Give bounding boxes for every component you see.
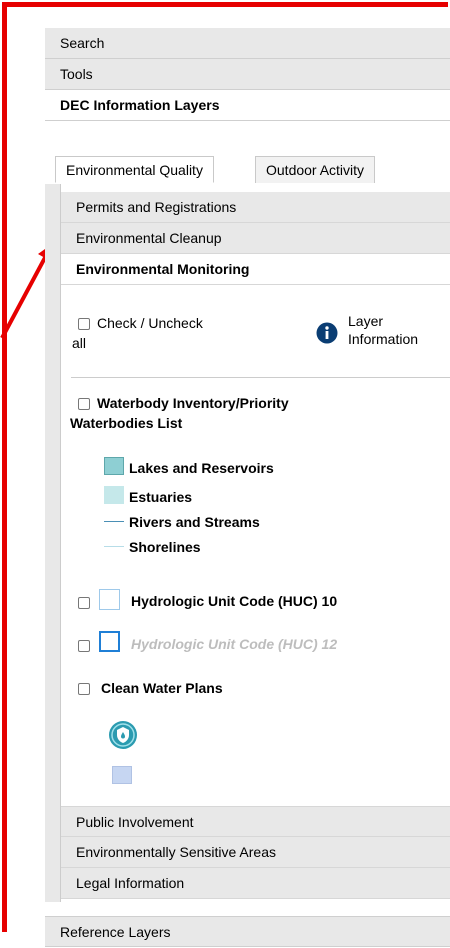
clean-water-layer-label: Clean Water Plans	[101, 680, 223, 696]
info-icon[interactable]	[316, 322, 338, 344]
tools-accordion[interactable]: Tools	[45, 59, 450, 90]
layer-information-label[interactable]: Layer	[348, 313, 383, 329]
huc12-swatch-icon	[99, 631, 120, 652]
huc10-swatch-icon	[99, 589, 120, 610]
cleanup-accordion[interactable]: Environmental Cleanup	[61, 223, 450, 254]
clean-water-checkbox[interactable]	[78, 683, 90, 695]
legend-estuaries-label: Estuaries	[129, 489, 193, 505]
check-all-label-line2: all	[72, 335, 87, 351]
environmental-quality-content: Permits and Registrations Environmental …	[60, 184, 450, 902]
clean-water-icon	[109, 721, 137, 749]
check-all-label: Check / Uncheck	[97, 315, 203, 331]
layers-panel: Search Tools DEC Information Layers Envi…	[45, 28, 450, 947]
lakes-swatch-icon	[104, 457, 124, 475]
shorelines-line-icon	[104, 546, 124, 547]
reference-layers-accordion[interactable]: Reference Layers	[45, 916, 450, 947]
permits-accordion[interactable]: Permits and Registrations	[61, 192, 450, 223]
check-all-checkbox[interactable]	[78, 318, 90, 330]
search-accordion[interactable]: Search	[45, 28, 450, 59]
dec-information-layers-accordion[interactable]: DEC Information Layers	[45, 90, 450, 121]
public-involvement-accordion[interactable]: Public Involvement	[61, 806, 450, 837]
legend-rivers-label: Rivers and Streams	[129, 514, 260, 530]
huc12-checkbox[interactable]	[78, 640, 90, 652]
divider	[71, 377, 450, 378]
legend-shorelines-label: Shorelines	[129, 539, 201, 555]
tab-bar: Environmental Quality Outdoor Activity	[45, 148, 450, 184]
waterbody-layer-label-line2: Waterbodies List	[70, 415, 183, 431]
estuaries-swatch-icon	[104, 486, 124, 504]
monitoring-accordion[interactable]: Environmental Monitoring	[61, 254, 450, 285]
sensitive-areas-accordion[interactable]: Environmentally Sensitive Areas	[61, 837, 450, 868]
rivers-line-icon	[104, 521, 124, 522]
clean-water-swatch-icon	[112, 766, 132, 784]
tab-outdoor-activity[interactable]: Outdoor Activity	[255, 156, 376, 183]
legal-information-accordion[interactable]: Legal Information	[61, 868, 450, 899]
waterbody-layer-label: Waterbody Inventory/Priority	[97, 395, 289, 411]
legend-lakes-label: Lakes and Reservoirs	[129, 460, 274, 476]
huc12-layer-label: Hydrologic Unit Code (HUC) 12	[131, 636, 338, 652]
layer-information-label-line2[interactable]: Information	[348, 331, 418, 347]
huc10-layer-label: Hydrologic Unit Code (HUC) 10	[131, 593, 338, 609]
huc10-checkbox[interactable]	[78, 597, 90, 609]
panel-spacer	[45, 902, 450, 916]
tab-strip-spacer	[45, 121, 450, 148]
waterbody-checkbox[interactable]	[78, 398, 90, 410]
tab-environmental-quality[interactable]: Environmental Quality	[55, 156, 214, 183]
